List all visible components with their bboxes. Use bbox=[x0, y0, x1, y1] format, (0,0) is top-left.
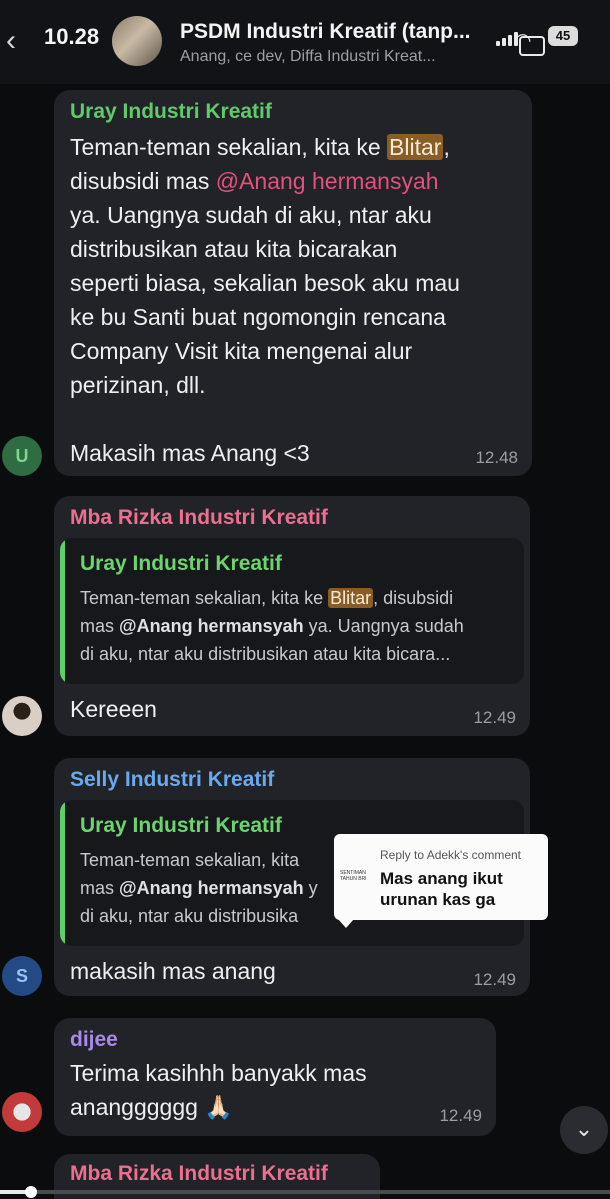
avatar[interactable] bbox=[2, 1092, 42, 1132]
message-text: Terima kasihhh banyakk mas anangggggg 🙏🏻 bbox=[70, 1056, 367, 1124]
search-highlight: Blitar bbox=[387, 134, 444, 160]
sender-name[interactable]: Mba Rizka Industri Kreatif bbox=[70, 506, 328, 530]
message-line: distribusikan atau kita bicarakan bbox=[70, 236, 398, 262]
sender-name[interactable]: dijee bbox=[70, 1028, 118, 1052]
sender-name[interactable]: Selly Industri Kreatif bbox=[70, 768, 274, 792]
message-line: Terima kasihhh banyakk mas bbox=[70, 1060, 367, 1086]
battery-indicator: 45 bbox=[548, 26, 578, 46]
message-text: Teman-teman sekalian, kita ke Blitar, di… bbox=[70, 130, 460, 470]
message-text: makasih mas anang bbox=[70, 958, 276, 984]
chat-title[interactable]: PSDM Industri Kreatif (tanp... bbox=[180, 20, 471, 44]
chat-header: ‹ 10.28 PSDM Industri Kreatif (tanp... A… bbox=[0, 0, 610, 84]
back-chevron-icon[interactable]: ‹ bbox=[6, 26, 16, 56]
reply-card-tail bbox=[338, 919, 354, 928]
search-highlight: Blitar bbox=[328, 588, 374, 608]
video-call-icon[interactable] bbox=[519, 36, 545, 56]
message-bubble[interactable]: Uray Industri Kreatif Teman-teman sekali… bbox=[54, 90, 532, 476]
avatar[interactable] bbox=[2, 696, 42, 736]
message-line: anangggggg 🙏🏻 bbox=[70, 1094, 233, 1120]
message-line: seperti biasa, sekalian besok aku mau bbox=[70, 270, 460, 296]
message-time: 12.49 bbox=[473, 708, 516, 727]
message-time: 12.49 bbox=[473, 970, 516, 989]
quote-sender: Uray Industri Kreatif bbox=[80, 552, 282, 575]
message-line: Makasih mas Anang <3 bbox=[70, 440, 310, 466]
message-bubble[interactable]: Mba Rizka Industri Kreatif Uray Industri… bbox=[54, 496, 530, 736]
user-mention[interactable]: @Anang hermansyah bbox=[216, 168, 439, 194]
reply-comment-card[interactable]: SENTIMAN TAHUN BRI Reply to Adekk's comm… bbox=[334, 834, 548, 928]
quote-bar bbox=[60, 538, 65, 684]
message-line: Teman-teman sekalian, kita ke Blitar, bbox=[70, 134, 450, 160]
avatar[interactable]: U bbox=[2, 436, 42, 476]
status-time: 10.28 bbox=[44, 24, 100, 49]
sender-name[interactable]: Uray Industri Kreatif bbox=[70, 100, 272, 124]
quote-text: Teman-teman sekalian, kita mas @Anang he… bbox=[80, 850, 318, 926]
quote-sender: Uray Industri Kreatif bbox=[80, 814, 282, 837]
message-time: 12.48 bbox=[475, 448, 518, 467]
video-progress-bar[interactable] bbox=[0, 1186, 610, 1198]
message-line: Company Visit kita mengenai alur bbox=[70, 338, 413, 364]
message-line: ya. Uangnya sudah di aku, ntar aku bbox=[70, 202, 432, 228]
message-text: Kereeen bbox=[70, 696, 157, 722]
reply-text: Mas anang ikut urunan kas ga bbox=[380, 869, 503, 909]
message-time: 12.49 bbox=[439, 1106, 482, 1125]
avatar[interactable]: S bbox=[2, 956, 42, 996]
message-line: ke bu Santi buat ngomongin rencana bbox=[70, 304, 446, 330]
reply-label: Reply to Adekk's comment bbox=[380, 848, 522, 862]
message-line: perizinan, dll. bbox=[70, 372, 206, 398]
sender-name[interactable]: Mba Rizka Industri Kreatif bbox=[70, 1162, 328, 1186]
chat-members[interactable]: Anang, ce dev, Diffa Industri Kreat... bbox=[180, 48, 436, 66]
message-line bbox=[70, 402, 460, 436]
quote-bar bbox=[60, 800, 65, 946]
group-avatar[interactable] bbox=[112, 16, 162, 66]
reply-avatar: SENTIMAN TAHUN BRI bbox=[340, 870, 367, 882]
quoted-reply[interactable]: Uray Industri Kreatif Teman-teman sekali… bbox=[60, 538, 524, 684]
chevron-down-icon[interactable]: ⌄ bbox=[560, 1106, 608, 1154]
quote-text: Teman-teman sekalian, kita ke Blitar, di… bbox=[80, 588, 464, 664]
message-line: disubsidi mas @Anang hermansyah bbox=[70, 168, 439, 194]
message-bubble[interactable]: dijee Terima kasihhh banyakk mas ananggg… bbox=[54, 1018, 496, 1136]
progress-knob[interactable] bbox=[24, 1186, 37, 1198]
